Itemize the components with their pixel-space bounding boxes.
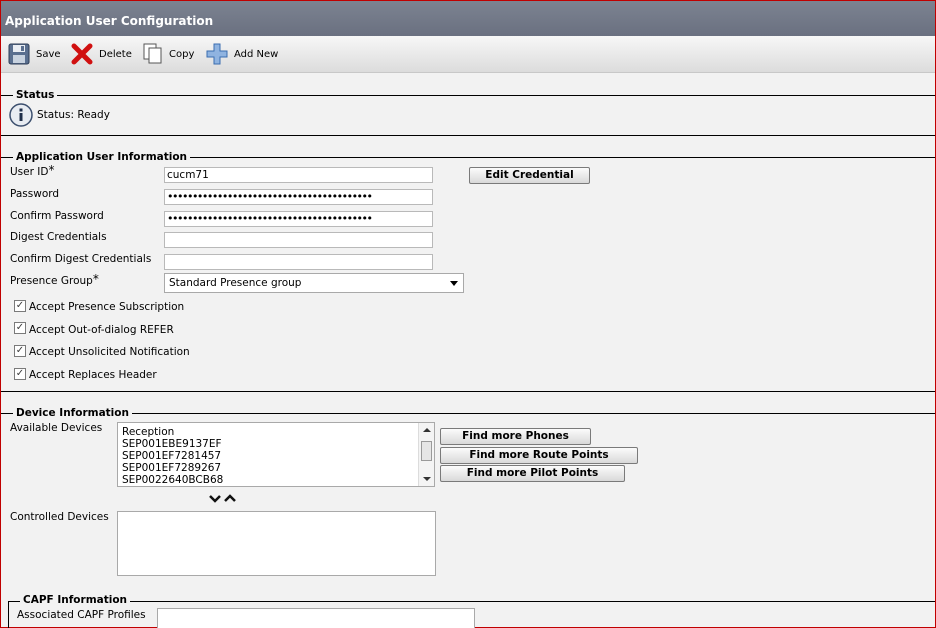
- digest-credentials-field[interactable]: [164, 232, 433, 248]
- confirm-digest-credentials-field[interactable]: [164, 254, 433, 270]
- status-text: Status: Ready: [37, 109, 110, 121]
- move-arrows: [209, 494, 236, 503]
- associated-capf-profiles-label: Associated CAPF Profiles: [17, 609, 146, 621]
- save-label: Save: [36, 48, 61, 60]
- find-more-phones-button[interactable]: Find more Phones: [440, 428, 591, 445]
- delete-button[interactable]: Delete: [71, 42, 132, 66]
- app-user-section-bottom: [1, 391, 935, 392]
- password-label: Password: [10, 188, 60, 200]
- user-id-label: User ID*: [10, 163, 55, 178]
- capf-section-border: [8, 601, 935, 602]
- list-item[interactable]: Reception: [118, 426, 434, 438]
- list-item[interactable]: SEP001EF7289267: [118, 462, 434, 474]
- accept-out-of-dialog-refer-checkbox[interactable]: ✓: [14, 322, 26, 334]
- confirm-digest-credentials-label: Confirm Digest Credentials: [10, 253, 152, 265]
- controlled-devices-list[interactable]: [117, 511, 436, 576]
- move-up-icon: [224, 494, 236, 502]
- save-icon: [8, 43, 30, 65]
- list-item[interactable]: SEP001EF7281457: [118, 450, 434, 462]
- find-more-pilot-points-button[interactable]: Find more Pilot Points: [440, 465, 625, 482]
- accept-unsolicited-notification-label: Accept Unsolicited Notification: [29, 346, 190, 358]
- accept-out-of-dialog-refer-label: Accept Out-of-dialog REFER: [29, 324, 174, 336]
- accept-presence-subscription-label: Accept Presence Subscription: [29, 301, 185, 313]
- list-item[interactable]: SEP001EBE9137EF: [118, 438, 434, 450]
- digest-credentials-label: Digest Credentials: [10, 231, 107, 243]
- password-field[interactable]: ••••••••••••••••••••••••••••••••••••••••…: [164, 189, 433, 205]
- scrollbar-thumb[interactable]: [421, 441, 432, 461]
- status-legend: Status: [13, 89, 58, 101]
- device-section-border: [1, 413, 935, 414]
- app-user-legend: Application User Information: [13, 151, 191, 163]
- scrollbar[interactable]: [418, 423, 434, 486]
- status-section-border: [1, 95, 935, 96]
- move-down-icon: [209, 495, 221, 503]
- device-legend: Device Information: [13, 407, 132, 419]
- window-title: Application User Configuration: [1, 1, 935, 36]
- presence-group-label-text: Presence Group: [10, 275, 93, 287]
- controlled-devices-label: Controlled Devices: [10, 511, 109, 523]
- presence-group-select[interactable]: Standard Presence group: [164, 273, 464, 293]
- confirm-password-label: Confirm Password: [10, 210, 104, 222]
- available-devices-list[interactable]: Reception SEP001EBE9137EF SEP001EF728145…: [117, 422, 435, 487]
- scroll-down-icon[interactable]: [423, 477, 431, 481]
- toolbar: Save Delete Copy Add New: [1, 36, 935, 73]
- find-more-route-points-button[interactable]: Find more Route Points: [440, 447, 638, 464]
- required-marker: *: [92, 272, 99, 286]
- presence-group-value: Standard Presence group: [169, 277, 302, 289]
- add-new-label: Add New: [234, 48, 279, 60]
- user-id-field[interactable]: cucm71: [164, 167, 433, 183]
- capf-legend: CAPF Information: [20, 594, 131, 606]
- confirm-password-field[interactable]: ••••••••••••••••••••••••••••••••••••••••…: [164, 211, 433, 227]
- status-section-bottom: [1, 135, 935, 136]
- presence-group-label: Presence Group*: [10, 272, 99, 287]
- copy-label: Copy: [169, 48, 195, 60]
- delete-icon: [71, 43, 93, 65]
- accept-presence-subscription-checkbox[interactable]: ✓: [14, 300, 26, 312]
- chevron-down-icon: [450, 281, 458, 286]
- user-id-label-text: User ID: [10, 166, 49, 178]
- delete-label: Delete: [99, 48, 132, 60]
- edit-credential-button[interactable]: Edit Credential: [469, 167, 590, 184]
- save-button[interactable]: Save: [8, 42, 61, 66]
- copy-icon: [143, 43, 162, 64]
- scroll-up-icon[interactable]: [423, 428, 431, 432]
- info-icon: [9, 103, 33, 127]
- add-icon: [206, 43, 228, 65]
- list-item[interactable]: SEP0022640BCB68: [118, 474, 434, 486]
- add-new-button[interactable]: Add New: [206, 42, 278, 66]
- required-marker: *: [48, 163, 55, 177]
- associated-capf-profiles-list[interactable]: [157, 608, 475, 628]
- accept-replaces-header-checkbox[interactable]: ✓: [14, 368, 26, 380]
- accept-replaces-header-label: Accept Replaces Header: [29, 369, 157, 381]
- capf-section-left-border: [8, 601, 9, 628]
- copy-button[interactable]: Copy: [143, 42, 194, 66]
- available-devices-label: Available Devices: [10, 422, 103, 434]
- accept-unsolicited-notification-checkbox[interactable]: ✓: [14, 345, 26, 357]
